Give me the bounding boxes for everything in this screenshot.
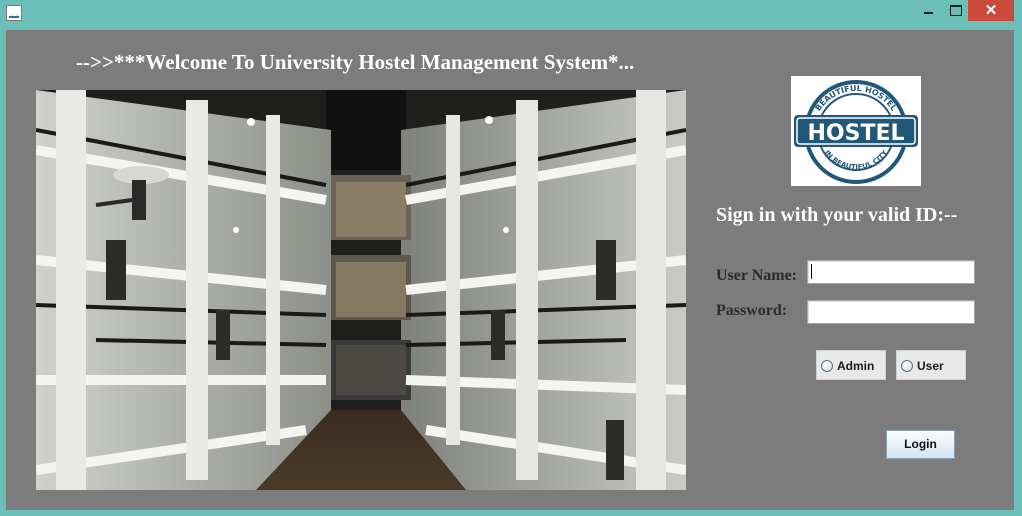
minimize-button[interactable] bbox=[916, 0, 942, 21]
user-radio[interactable]: User bbox=[896, 350, 966, 380]
password-label: Password: bbox=[716, 302, 788, 319]
username-label: User Name: bbox=[716, 267, 798, 284]
welcome-heading: -->>***Welcome To University Hostel Mana… bbox=[76, 50, 635, 74]
close-button[interactable]: ✕ bbox=[968, 0, 1014, 21]
login-button[interactable]: Login bbox=[886, 430, 955, 459]
logo-center-word: HOSTEL bbox=[807, 121, 904, 146]
hostel-corridor-photo bbox=[36, 90, 686, 490]
admin-radio-circle[interactable] bbox=[821, 360, 833, 372]
maximize-button[interactable] bbox=[942, 0, 968, 21]
user-radio-circle[interactable] bbox=[901, 360, 913, 372]
admin-radio[interactable]: Admin bbox=[816, 350, 886, 380]
hostel-logo: BEAUTIFUL HOSTEL IN BEAUTIFUL CITY HOSTE… bbox=[791, 76, 921, 186]
window-title-bar[interactable]: ✕ bbox=[0, 0, 1022, 28]
signin-heading: Sign in with your valid ID:-- bbox=[716, 204, 958, 226]
admin-radio-label: Admin bbox=[837, 359, 875, 373]
username-input[interactable] bbox=[807, 260, 975, 284]
user-radio-label: User bbox=[917, 359, 944, 373]
password-input[interactable] bbox=[807, 300, 975, 324]
close-icon: ✕ bbox=[984, 2, 998, 19]
java-icon bbox=[6, 5, 22, 21]
login-panel: -->>***Welcome To University Hostel Mana… bbox=[6, 30, 1014, 510]
